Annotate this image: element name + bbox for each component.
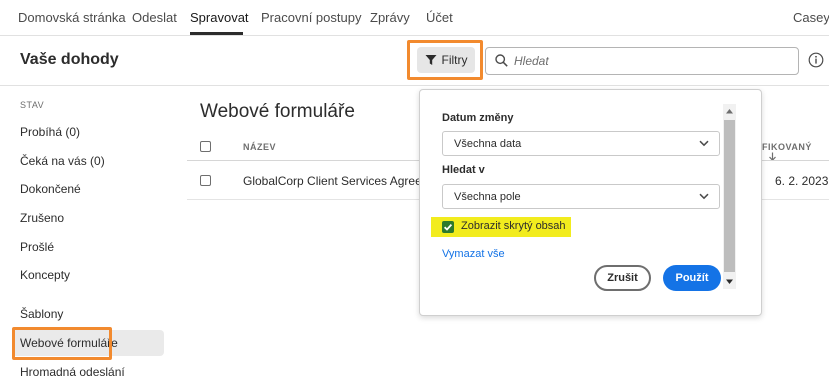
show-hidden-label[interactable]: Zobrazit skrytý obsah — [461, 220, 566, 232]
column-header-name[interactable]: NÁZEV — [243, 142, 276, 152]
section-title: Webové formuláře — [200, 101, 355, 122]
tab-account[interactable]: Účet — [426, 10, 453, 25]
tab-reports[interactable]: Zprávy — [370, 10, 410, 25]
sidebar-item-label: Šablony — [20, 307, 64, 321]
sidebar-item-label: Webové formuláře — [20, 336, 118, 350]
clear-all-link[interactable]: Vymazat vše — [442, 248, 505, 260]
sidebar-item-drafts[interactable]: Koncepty — [12, 262, 164, 288]
chevron-down-icon — [699, 193, 709, 200]
apply-button[interactable]: Použít — [663, 265, 721, 291]
sidebar-item-label: Čeká na vás (0) — [20, 154, 105, 168]
sidebar-item-expired[interactable]: Prošlé — [12, 234, 164, 260]
search-in-value: Všechna pole — [454, 190, 521, 203]
search-in-select[interactable]: Všechna pole — [442, 184, 720, 209]
search-input[interactable]: Hledat — [485, 47, 799, 75]
checkmark-icon — [443, 223, 453, 231]
tab-home[interactable]: Domovská stránka — [18, 10, 126, 25]
user-menu[interactable]: Casey▼ — [793, 10, 829, 25]
tab-workflows[interactable]: Pracovní postupy — [261, 10, 361, 25]
search-placeholder: Hledat — [514, 54, 549, 68]
select-all-checkbox[interactable] — [200, 141, 211, 152]
chevron-down-icon — [699, 140, 709, 147]
sidebar-heading: STAV — [20, 100, 45, 110]
filters-button[interactable]: Filtry — [417, 47, 475, 73]
tab-manage[interactable]: Spravovat — [190, 10, 249, 25]
sidebar-item-web-forms[interactable]: Webové formuláře — [12, 330, 164, 356]
filter-popover: Datum změny Všechna data Hledat v Všechn… — [419, 89, 762, 316]
sidebar-item-label: Dokončené — [20, 182, 81, 196]
sidebar-item-label: Koncepty — [20, 268, 71, 282]
row-checkbox[interactable] — [200, 175, 211, 186]
filters-button-label: Filtry — [441, 53, 468, 67]
sidebar-item-in-progress[interactable]: Probíhá (0) — [12, 119, 164, 145]
user-name: Casey — [793, 10, 829, 25]
top-nav: Domovská stránka Odeslat Spravovat Praco… — [0, 0, 829, 36]
info-icon[interactable] — [808, 52, 824, 68]
cancel-button[interactable]: Zrušit — [594, 265, 651, 291]
column-header-modified[interactable]: FIKOVANÝ — [762, 142, 829, 162]
sidebar-item-mass-sends[interactable]: Hromadná odeslání — [12, 359, 164, 384]
search-in-label: Hledat v — [442, 164, 485, 176]
date-changed-label: Datum změny — [442, 112, 514, 124]
show-hidden-checkbox[interactable] — [442, 221, 454, 233]
sidebar-item-label: Probíhá (0) — [20, 125, 81, 139]
sidebar-item-waiting[interactable]: Čeká na vás (0) — [12, 148, 164, 174]
sidebar-item-label: Hromadná odeslání — [20, 365, 125, 379]
sidebar-item-templates[interactable]: Šablony — [12, 301, 164, 327]
date-changed-select[interactable]: Všechna data — [442, 131, 720, 156]
scroll-down-icon[interactable] — [725, 278, 734, 286]
row-modified-date: 6. 2. 2023 — [775, 174, 829, 188]
search-icon — [495, 54, 508, 67]
sidebar-item-completed[interactable]: Dokončené — [12, 176, 164, 202]
sidebar-item-label: Prošlé — [20, 240, 55, 254]
page-title: Vaše dohody — [20, 51, 119, 68]
column-header-modified-label: FIKOVANÝ — [762, 142, 812, 152]
sidebar-item-cancelled[interactable]: Zrušeno — [12, 205, 164, 231]
tab-send[interactable]: Odeslat — [132, 10, 177, 25]
date-changed-value: Všechna data — [454, 137, 522, 150]
scrollbar-thumb[interactable] — [724, 120, 735, 272]
sidebar-item-label: Zrušeno — [20, 211, 65, 225]
row-name[interactable]: GlobalCorp Client Services Agreement — [243, 174, 448, 188]
active-tab-indicator — [190, 32, 243, 35]
filter-icon — [425, 55, 436, 65]
scroll-up-icon[interactable] — [725, 107, 734, 115]
